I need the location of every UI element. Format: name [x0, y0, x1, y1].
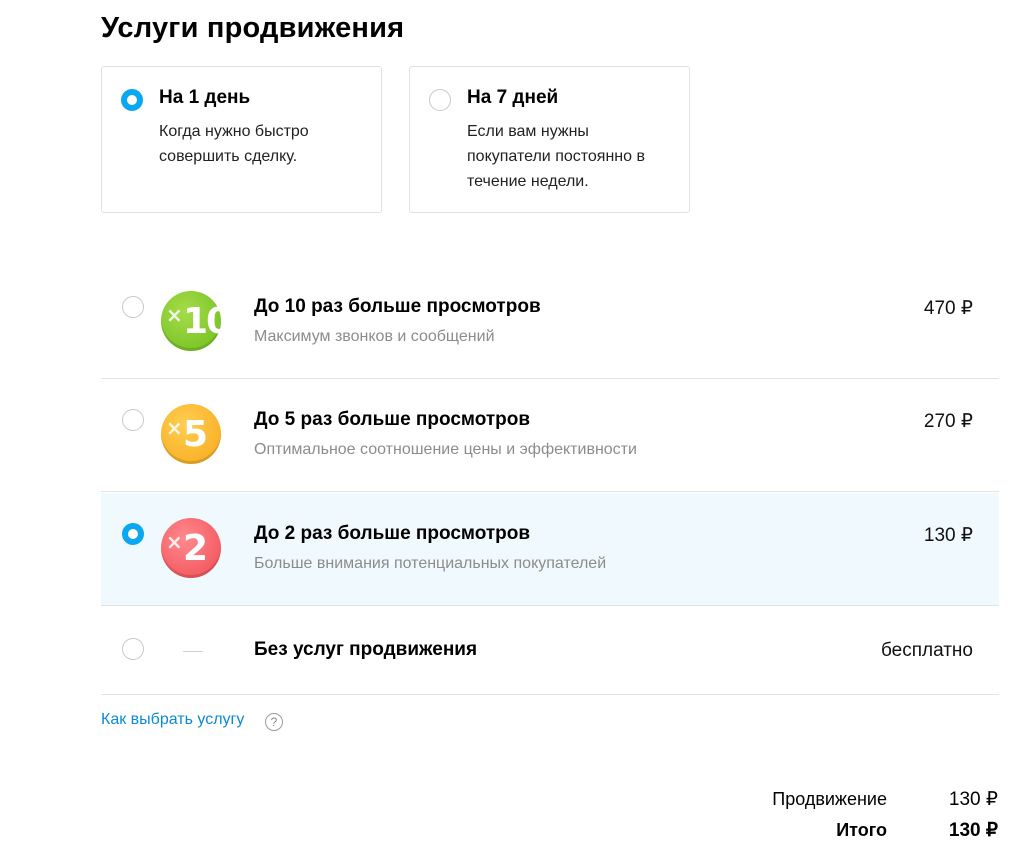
x5-badge-icon: × 5	[161, 404, 221, 464]
radio-button[interactable]	[429, 89, 451, 111]
badge-multiplier: ×	[166, 303, 183, 327]
promo-option-x5[interactable]: × 5 До 5 раз больше просмотров Оптимальн…	[101, 379, 999, 492]
dash-icon	[183, 651, 203, 652]
radio-button-checked[interactable]	[121, 89, 143, 111]
option-title: До 10 раз больше просмотров	[254, 296, 541, 317]
radio-button-checked[interactable]	[122, 523, 144, 545]
radio-button[interactable]	[122, 638, 144, 660]
summary-promotion-label: Продвижение	[772, 789, 887, 809]
duration-option-7-days[interactable]: На 7 дней Если вам нужны покупатели пост…	[409, 66, 690, 213]
duration-description: Если вам нужны покупатели постоянно в те…	[467, 123, 645, 190]
summary-promotion-value: 130 ₽	[948, 789, 998, 810]
duration-title: На 7 дней	[467, 87, 559, 108]
option-price: 270 ₽	[923, 411, 973, 432]
badge-number: 10	[183, 301, 221, 342]
x2-badge-icon: × 2	[161, 518, 221, 578]
promo-option-none[interactable]: Без услуг продвижения бесплатно	[101, 606, 999, 695]
duration-title: На 1 день	[159, 87, 251, 108]
summary-total-label: Итого	[836, 820, 887, 840]
option-price: бесплатно	[880, 640, 973, 661]
question-icon[interactable]: ?	[265, 713, 283, 731]
duration-option-1-day[interactable]: На 1 день Когда нужно быстро совершить с…	[101, 66, 382, 213]
duration-description: Когда нужно быстро совершить сделку.	[159, 123, 309, 165]
option-price: 130 ₽	[923, 525, 973, 546]
option-title: Без услуг продвижения	[254, 639, 478, 660]
option-subtitle: Максимум звонков и сообщений	[254, 328, 495, 345]
promo-option-x2[interactable]: × 2 До 2 раз больше просмотров Больше вн…	[101, 493, 999, 606]
option-price: 470 ₽	[923, 298, 973, 319]
radio-button[interactable]	[122, 409, 144, 431]
option-subtitle: Оптимальное соотношение цены и эффективн…	[254, 441, 637, 458]
option-title: До 5 раз больше просмотров	[254, 409, 531, 430]
option-title: До 2 раз больше просмотров	[254, 523, 531, 544]
badge-number: 2	[183, 528, 208, 569]
badge-multiplier: ×	[166, 530, 183, 554]
option-subtitle: Больше внимания потенциальных покупателе…	[254, 555, 607, 572]
x10-badge-icon: × 10	[161, 291, 221, 351]
radio-button[interactable]	[122, 296, 144, 318]
badge-multiplier: ×	[166, 416, 183, 440]
promo-option-x10[interactable]: × 10 До 10 раз больше просмотров Максиму…	[101, 266, 999, 379]
summary-total-value: 130 ₽	[948, 820, 998, 841]
badge-number: 5	[183, 414, 208, 455]
page-title: Услуги продвижения	[101, 12, 405, 44]
how-to-choose-link[interactable]: Как выбрать услугу	[101, 711, 244, 729]
